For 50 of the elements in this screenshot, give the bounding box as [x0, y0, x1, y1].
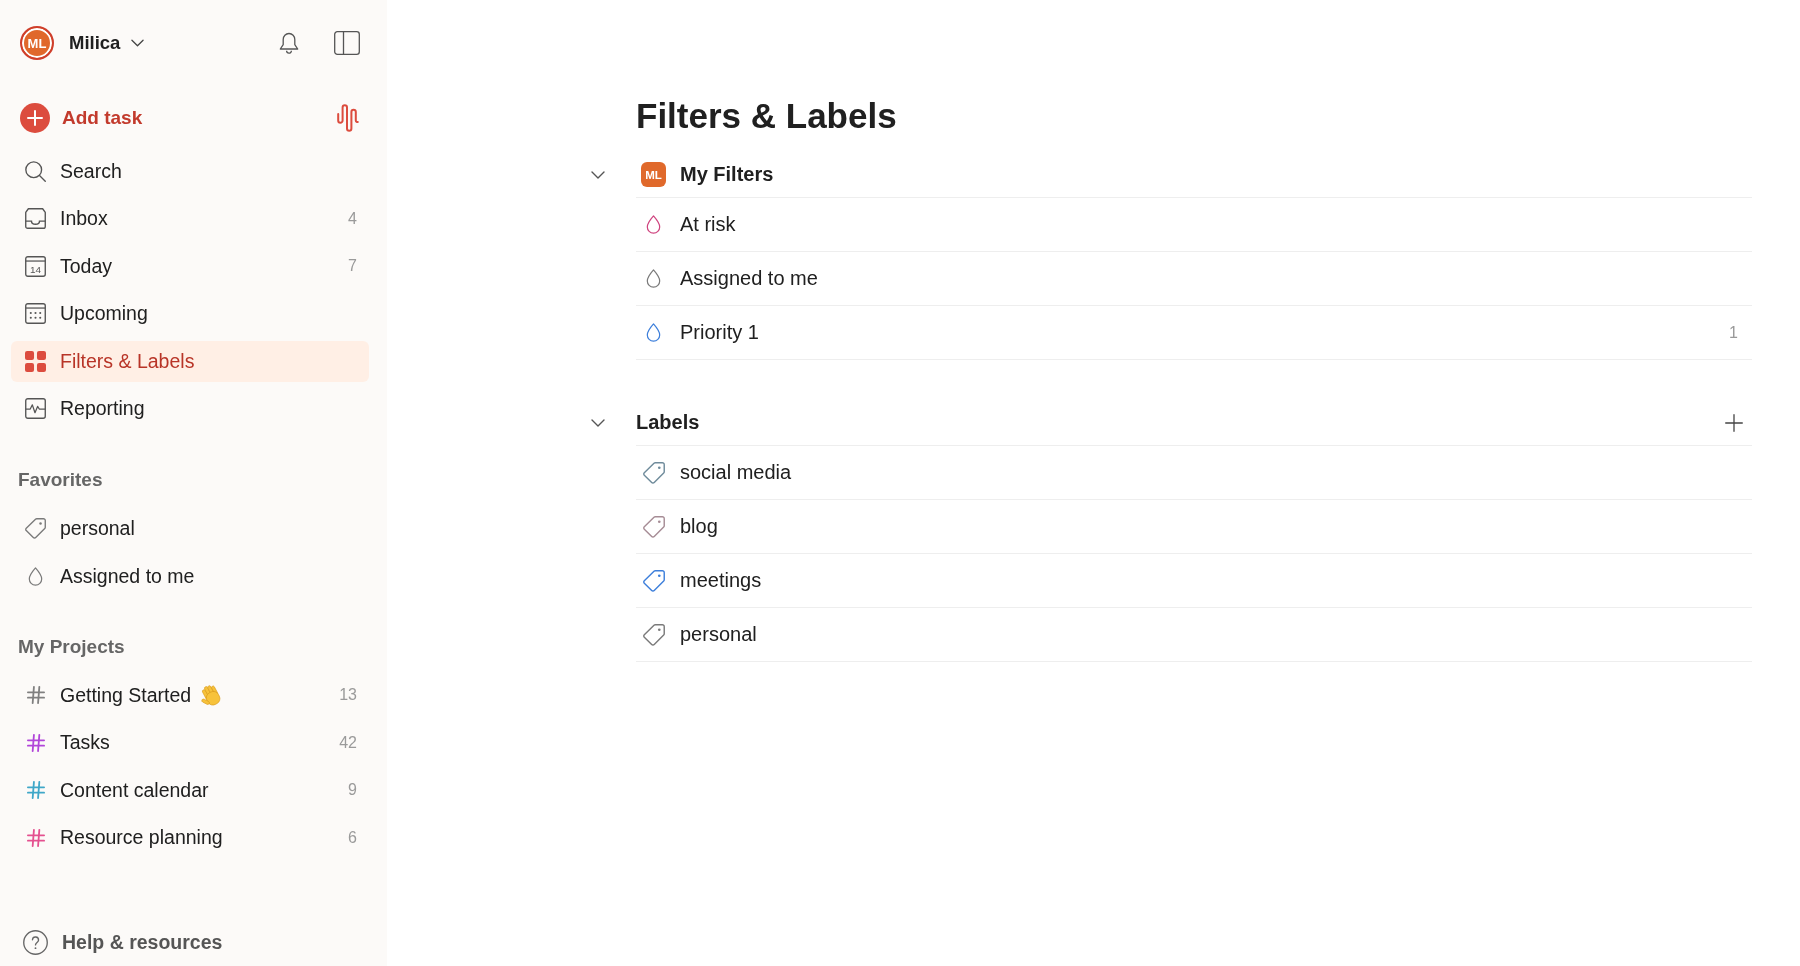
sidebar-toggle-icon[interactable]: [334, 31, 360, 55]
help-button[interactable]: Help & resources: [11, 922, 223, 963]
user-menu-button[interactable]: Milica: [69, 32, 145, 54]
task-count: 4: [348, 209, 357, 228]
activity-chart-icon: [25, 398, 46, 419]
task-count: 6: [348, 828, 357, 847]
label-item[interactable]: meetings: [636, 554, 1752, 608]
calendar-icon: 14: [25, 255, 46, 277]
section-title: Labels: [636, 411, 700, 434]
project-item[interactable]: Getting Started 13: [11, 674, 369, 716]
project-item[interactable]: Tasks 42: [11, 722, 369, 763]
search-icon: [25, 160, 46, 182]
section-title: My Filters: [680, 163, 774, 186]
calendar-grid-icon: [25, 303, 46, 324]
label-item[interactable]: social media: [636, 446, 1752, 500]
nav-item[interactable]: Inbox 4: [11, 198, 369, 239]
chevron-down-icon: [131, 39, 145, 47]
nav-item[interactable]: Search: [11, 150, 369, 192]
chevron-down-icon[interactable]: [591, 419, 605, 427]
nav-item[interactable]: Reporting: [11, 388, 369, 429]
help-icon: [23, 930, 48, 955]
favorite-item[interactable]: Assigned to me: [11, 555, 369, 597]
user-avatar: ML: [641, 162, 666, 187]
label-item[interactable]: blog: [636, 500, 1752, 554]
bell-icon[interactable]: [279, 32, 299, 54]
section-heading: My Projects: [17, 634, 126, 659]
filter-item[interactable]: Priority 1 1: [636, 306, 1752, 360]
plus-circle-icon: [20, 103, 50, 133]
section-heading: Favorites: [17, 468, 104, 492]
task-count: 7: [348, 257, 357, 275]
page-title: Filters & Labels: [636, 95, 898, 137]
plus-icon[interactable]: [1725, 413, 1743, 432]
project-item[interactable]: Content calendar 9: [11, 769, 369, 811]
filter-item[interactable]: Assigned to me: [636, 252, 1752, 306]
task-count: 1: [1729, 323, 1738, 342]
waveform-icon[interactable]: [337, 104, 359, 132]
filter-item[interactable]: At risk: [636, 198, 1752, 252]
task-count: 13: [339, 686, 357, 704]
project-item[interactable]: Resource planning 6: [11, 817, 369, 858]
nav-item[interactable]: Filters & Labels: [11, 340, 369, 382]
nav-item[interactable]: 14 Today 7: [11, 245, 369, 287]
chevron-down-icon[interactable]: [591, 171, 605, 179]
task-count: 42: [339, 733, 357, 752]
task-count: 9: [348, 781, 357, 799]
inbox-tray-icon: [25, 208, 46, 229]
favorite-item[interactable]: personal: [11, 508, 369, 549]
four-squares-icon: [25, 350, 46, 372]
add-task-button[interactable]: Add task: [11, 96, 143, 140]
label-item[interactable]: personal: [636, 608, 1752, 662]
nav-item[interactable]: Upcoming: [11, 293, 369, 334]
